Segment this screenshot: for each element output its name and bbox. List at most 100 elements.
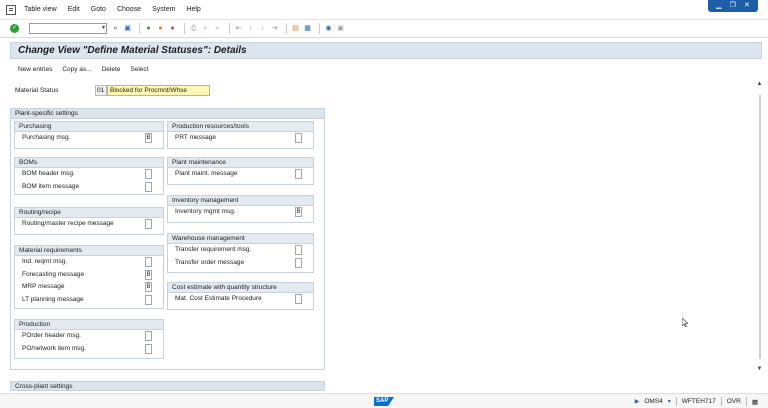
minimize-icon[interactable]: ▁ [716,1,721,11]
menu-bar: Table view Edit Goto Choose System Help … [0,0,768,20]
list-item: Transfer order message [168,257,313,270]
inventory-management-group: Inventory management Inventory mgmt msg.… [167,195,314,223]
field-label: MRP message [22,283,65,290]
page-title: Change View "Define Material Statuses": … [18,45,247,56]
plant-maint-message-field[interactable] [295,169,302,179]
find-icon[interactable]: ⌕ [201,24,210,33]
chevron-down-icon[interactable]: ▾ [668,398,671,405]
last-page-icon[interactable]: ⇥ [270,24,279,33]
new-session-icon[interactable]: ▤ [291,24,300,33]
list-item: Inventory mgmt msg. B [168,206,313,219]
scroll-up-icon[interactable]: ▲ [755,80,764,89]
list-item: Purchasing msg. B [15,132,163,145]
menu-choose[interactable]: Choose [117,6,141,13]
list-item: BOM item message [15,181,163,194]
warehouse-management-header: Warehouse management [168,234,313,244]
material-status-code-field[interactable]: 01 [95,84,107,96]
field-label: Inventory mgmt msg. [175,208,236,215]
field-label: PO/network item msg. [22,344,86,352]
purchasing-msg-field[interactable]: B [145,133,152,143]
cancel-icon[interactable]: ● [168,24,177,33]
ind-reqmt-msg-field[interactable] [145,257,152,267]
scroll-track[interactable] [758,95,761,359]
transfer-requirement-msg-field[interactable] [295,245,302,255]
new-entries-button[interactable]: New entries [18,66,52,73]
next-page-icon[interactable]: ↓ [258,24,267,33]
material-status-label: Material Status [15,86,59,94]
title-bar: Change View "Define Material Statuses": … [10,42,762,59]
copy-as-button[interactable]: Copy as... [62,66,91,73]
list-item: BOM header msg. [15,168,163,181]
forecasting-message-field[interactable]: B [145,269,152,280]
previous-page-icon[interactable]: ↑ [246,24,255,33]
enter-check-icon[interactable]: ✓ [10,24,19,33]
system-info-toggle-icon[interactable]: ▶ [635,398,640,405]
exit-icon[interactable]: ● [156,24,165,33]
shortcut-icon[interactable]: ▦ [303,24,312,33]
delete-button[interactable]: Delete [102,66,121,73]
bom-item-message-field[interactable] [145,181,152,192]
lt-planning-message-field[interactable] [145,294,152,305]
list-item: POrder header msg. [15,330,163,343]
command-field[interactable]: ▾ [29,23,107,34]
plant-specific-settings-group: Plant-specific settings Purchasing Purch… [10,108,325,370]
save-icon[interactable]: ▣ [123,24,132,33]
scroll-down-icon[interactable]: ▼ [755,365,764,374]
insert-mode[interactable]: OVR [727,398,741,405]
mat-cost-estimate-procedure-field[interactable] [295,294,302,304]
field-label: Forecasting message [22,270,85,278]
production-resources-tools-header: Production resources/tools [168,122,313,132]
field-label: Routing/master recipe message [22,220,114,227]
print-icon[interactable]: ⎙ [189,24,198,33]
field-label: Transfer requirement msg. [175,246,252,253]
field-label: Ind. reqmt msg. [22,258,68,265]
standard-toolbar: ✓ ▾ « ▣ ● ● ● ⎙ ⌕ ⌕ ⇤ ↑ ↓ ⇥ ▤ ▦ ◉ ▣ [0,20,768,38]
production-header: Production [15,320,163,330]
status-separator [675,397,677,406]
menu-table-view[interactable]: Table view [24,6,57,13]
material-requirements-header: Material requirements [15,246,163,256]
list-item: Forecasting message B [15,269,163,282]
maximize-icon[interactable]: ❐ [730,1,736,11]
toolbar-separator [286,23,287,34]
routing-message-field[interactable] [145,219,152,229]
sap-logo: SAP [374,397,394,406]
chevron-down-icon[interactable]: ▾ [102,24,105,31]
help-icon[interactable]: ◉ [324,24,333,33]
status-separator [720,397,722,406]
prt-message-field[interactable] [295,133,302,143]
list-item: PRT message [168,132,313,145]
menu-goto[interactable]: Goto [91,6,106,13]
material-requirements-group: Material requirements Ind. reqmt msg. Fo… [14,245,164,309]
cross-plant-settings-header: Cross-plant settings [10,381,325,391]
vertical-scrollbar[interactable]: ▲ ▼ [755,80,764,380]
bom-header-msg-field[interactable] [145,169,152,179]
menu-edit[interactable]: Edit [68,6,80,13]
status-menu-icon[interactable]: ▦ [752,398,758,406]
find-next-icon[interactable]: ⌕ [213,24,222,33]
purchasing-header: Purchasing [15,122,163,132]
inventory-mgmt-msg-field[interactable]: B [295,207,302,217]
plant-maintenance-header: Plant maintenance [168,158,313,168]
field-label: Mat. Cost Estimate Procedure [175,295,262,302]
back-icon[interactable]: ● [144,24,153,33]
status-bar: SAP ▶ OMS4 ▾ WFTEH717 OVR ▦ [0,393,768,408]
po-network-item-msg-field[interactable] [145,343,152,354]
menu-system[interactable]: System [152,6,175,13]
menu-help[interactable]: Help [186,6,200,13]
customize-layout-icon[interactable]: ▣ [336,24,345,33]
porder-header-msg-field[interactable] [145,331,152,341]
application-toolbar: New entries Copy as... Delete Select [18,66,158,73]
system-menu-icon[interactable] [6,4,16,15]
field-label: Purchasing msg. [22,134,71,141]
purchasing-group: Purchasing Purchasing msg. B [14,121,164,149]
production-resources-tools-group: Production resources/tools PRT message [167,121,314,149]
close-icon[interactable]: ✕ [744,1,750,11]
first-page-icon[interactable]: ⇤ [234,24,243,33]
toolbar-separator [319,23,320,34]
select-button[interactable]: Select [130,66,148,73]
transfer-order-message-field[interactable] [295,257,302,268]
material-status-description-field[interactable]: Blocked for Procmnt/Whse [107,84,210,96]
mrp-message-field[interactable]: B [145,282,152,292]
back-chevrons-icon[interactable]: « [111,24,120,33]
